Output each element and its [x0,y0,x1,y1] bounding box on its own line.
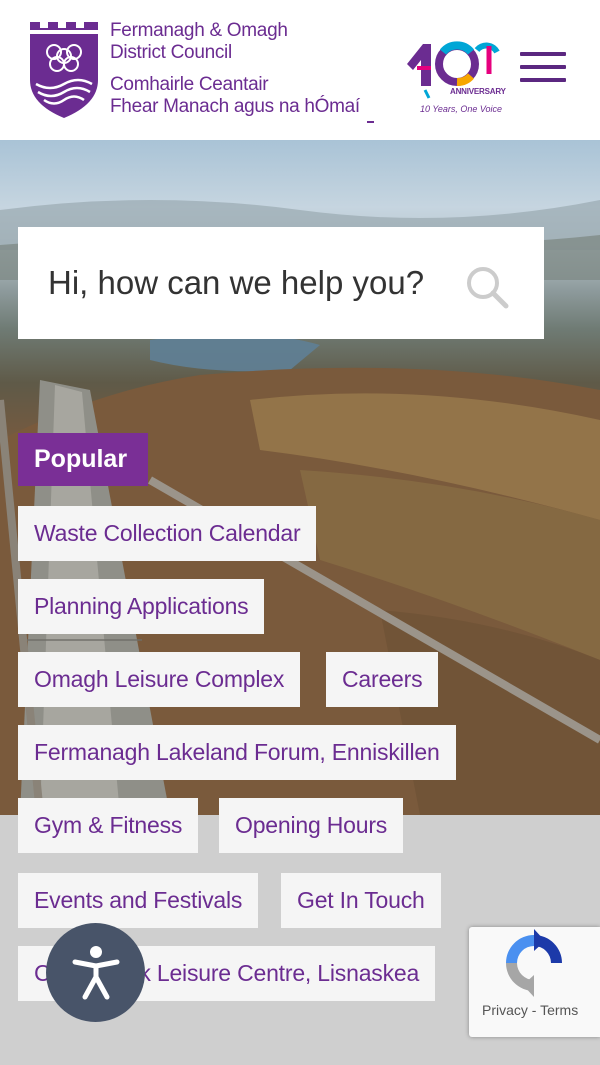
accessibility-icon [72,946,120,1000]
recaptcha-privacy-link[interactable]: Privacy [482,1002,528,1018]
popular-link-events[interactable]: Events and Festivals [18,873,259,928]
council-name-en-line1: Fermanagh & Omagh [110,20,288,41]
accessibility-button[interactable] [46,923,145,1022]
recaptcha-links: Privacy - Terms [482,1002,578,1018]
site-header: Fermanagh & Omagh District Council Comha… [0,0,600,140]
search-input[interactable] [48,257,432,309]
council-name-en-line2: District Council [110,42,232,63]
council-name[interactable]: Fermanagh & Omagh District Council Comha… [110,20,360,118]
council-name-ga-line1: Comhairle Ceantair [110,74,269,95]
popular-link-waste-collection[interactable]: Waste Collection Calendar [18,506,317,561]
search-icon[interactable] [464,264,510,310]
popular-link-omagh-leisure[interactable]: Omagh Leisure Complex [18,652,301,707]
popular-link-careers[interactable]: Careers [326,652,439,707]
popular-link-planning[interactable]: Planning Applications [18,579,265,634]
popular-link-opening-hours[interactable]: Opening Hours [219,798,404,853]
recaptcha-badge[interactable]: Privacy - Terms [469,927,600,1037]
hamburger-menu-icon[interactable] [520,52,566,86]
popular-link-get-in-touch[interactable]: Get In Touch [281,873,441,928]
council-name-ga-line2: Fhear Manach agus na hÓmaí [110,96,360,117]
popular-link-gym-fitness[interactable]: Gym & Fitness [18,798,199,853]
popular-link-lakeland-forum[interactable]: Fermanagh Lakeland Forum, Enniskillen [18,725,456,780]
anniversary-label: ANNIVERSARY [450,87,506,96]
recaptcha-separator: - [527,1002,541,1018]
popular-heading: Popular [18,433,148,486]
recaptcha-terms-link[interactable]: Terms [540,1002,578,1018]
recaptcha-icon [506,929,562,997]
link-underline [367,121,374,123]
council-crest-icon[interactable] [28,20,100,120]
anniversary-tagline: 10 Years, One Voice [420,104,503,114]
